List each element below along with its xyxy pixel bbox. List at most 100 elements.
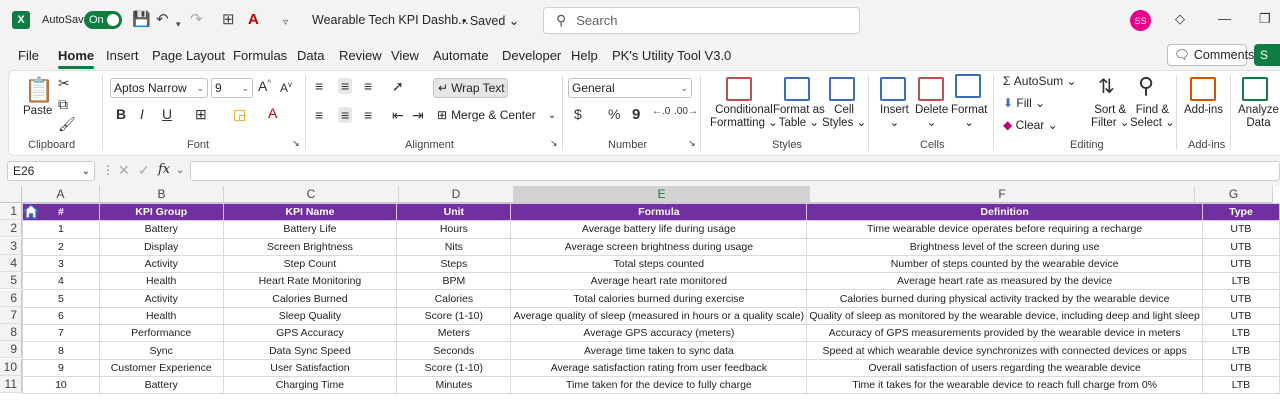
align-left-icon[interactable]: ≡ (315, 107, 323, 123)
menu-page-layout[interactable]: Page Layout (152, 48, 225, 63)
cell-kpi-group[interactable]: Customer Experience (98, 358, 224, 377)
row-header-9[interactable]: 9 (0, 341, 22, 359)
row-header-11[interactable]: 11 (0, 376, 22, 393)
increase-font-icon[interactable]: A^ (258, 78, 271, 94)
cell-unit[interactable]: BPM (396, 272, 512, 291)
cell-formula[interactable]: Average battery life during usage (510, 220, 808, 239)
row-header-4[interactable]: 4 (0, 254, 22, 272)
fill-color-icon[interactable]: ◲ (233, 106, 246, 123)
autosum-button[interactable]: Σ AutoSum ⌄ (1003, 74, 1077, 88)
format-as-table-icon[interactable] (784, 77, 810, 101)
cell-number[interactable]: 7 (22, 324, 100, 343)
row-header-10[interactable]: 10 (0, 358, 22, 376)
cell-formula[interactable]: Total calories burned during exercise (510, 289, 808, 308)
cell-kpi-group[interactable]: Battery (98, 220, 224, 239)
formula-input[interactable] (190, 161, 1280, 181)
align-center-icon[interactable]: ≡ (338, 107, 353, 123)
cell-number[interactable]: 5 (22, 289, 100, 308)
increase-indent-icon[interactable]: ⇥ (412, 107, 424, 124)
sort-filter-button[interactable]: Sort & Filter ⌄ (1091, 104, 1129, 130)
cell-kpi-name[interactable]: Step Count (222, 254, 398, 274)
percent-icon[interactable]: % (608, 106, 620, 122)
decrease-decimal-icon[interactable]: .00→ (674, 106, 698, 117)
cell-number[interactable]: 8 (22, 341, 100, 360)
menu-insert[interactable]: Insert (106, 48, 139, 63)
header-kpi-group[interactable]: KPI Group (98, 202, 224, 222)
merge-center-button[interactable]: ⊞ Merge & Center ⌄ (437, 108, 556, 122)
diamond-icon[interactable]: ◇ (1175, 11, 1185, 27)
document-title[interactable]: Wearable Tech KPI Dashb... (312, 13, 469, 27)
conditional-formatting-icon[interactable] (726, 77, 752, 101)
cell-unit[interactable]: Seconds (396, 341, 512, 360)
save-icon[interactable]: 💾 (132, 12, 151, 28)
paste-label[interactable]: Paste (23, 105, 52, 118)
cell-unit[interactable]: Score (1-10) (396, 358, 512, 377)
borders-icon[interactable]: ⊞ (195, 106, 207, 123)
dialog-launcher-icon[interactable]: ↘ (292, 138, 300, 149)
header-type[interactable]: Type (1201, 202, 1280, 222)
cell-definition[interactable]: Time it takes for the wearable device to… (806, 375, 1203, 395)
bold-icon[interactable]: B (116, 106, 126, 122)
align-top-icon[interactable]: ≡ (315, 78, 323, 94)
insert-cells-button[interactable]: Insert ⌄ (880, 104, 909, 130)
find-select-icon[interactable]: ⚲ (1138, 73, 1154, 99)
add-ins-button[interactable]: Add-ins (1184, 104, 1223, 117)
cell-unit[interactable]: Meters (396, 324, 512, 343)
menu-pk-utility[interactable]: PK's Utility Tool V3.0 (612, 48, 731, 63)
menu-formulas[interactable]: Formulas (233, 48, 287, 63)
cell-formula[interactable]: Time taken for the device to fully charg… (510, 375, 808, 395)
align-bottom-icon[interactable]: ≡ (364, 78, 372, 94)
cell-type[interactable]: UTB (1201, 237, 1280, 256)
menu-home[interactable]: Home (58, 48, 95, 69)
insert-function-icon[interactable]: fx (158, 162, 170, 177)
autosave-toggle[interactable]: On (84, 11, 122, 29)
cell-definition[interactable]: Brightness level of the screen during us… (806, 237, 1203, 256)
decrease-indent-icon[interactable]: ⇤ (392, 107, 404, 124)
menu-automate[interactable]: Automate (433, 48, 489, 63)
menu-review[interactable]: Review (339, 48, 382, 63)
cell-formula[interactable]: Average quality of sleep (measured in ho… (510, 306, 808, 326)
enter-icon[interactable]: ✓ (138, 162, 150, 179)
chevron-down-icon[interactable]: ⌄ (176, 165, 184, 176)
align-middle-icon[interactable]: ≡ (338, 78, 353, 94)
paste-icon[interactable]: 📋 (24, 76, 54, 105)
cell-styles-icon[interactable] (829, 77, 855, 101)
cell-kpi-name[interactable]: Data Sync Speed (222, 341, 398, 360)
delete-cells-icon[interactable] (918, 77, 944, 101)
column-header-f[interactable]: F (810, 186, 1195, 203)
cell-number[interactable]: 4 (22, 272, 100, 291)
number-format-select[interactable]: General ⌄ (568, 78, 692, 98)
cell-unit[interactable]: Nits (396, 237, 512, 256)
menu-help[interactable]: Help (571, 48, 598, 63)
find-select-button[interactable]: Find & Select ⌄ (1130, 104, 1175, 130)
cell-kpi-name[interactable]: Screen Brightness (222, 237, 398, 256)
font-color-icon[interactable]: A (268, 105, 277, 121)
column-header-e[interactable]: E (514, 186, 810, 203)
clear-button[interactable]: ◆ Clear ⌄ (1003, 118, 1058, 132)
row-header-5[interactable]: 5 (0, 272, 22, 290)
cell-type[interactable]: UTB (1201, 306, 1280, 326)
customize-toolbar-icon[interactable]: ▿ (283, 15, 288, 31)
cell-definition[interactable]: Time wearable device operates before req… (806, 220, 1203, 239)
cell-type[interactable]: LTB (1201, 324, 1280, 343)
underline-icon[interactable]: U (162, 106, 172, 122)
cell-kpi-group[interactable]: Battery (98, 375, 224, 395)
cell-kpi-group[interactable]: Health (98, 272, 224, 291)
select-all-corner[interactable] (0, 186, 22, 203)
share-button[interactable]: S (1254, 44, 1280, 66)
cell-unit[interactable]: Score (1-10) (396, 306, 512, 326)
cell-type[interactable]: UTB (1201, 289, 1280, 308)
header-kpi-name[interactable]: KPI Name (222, 202, 398, 222)
column-header-b[interactable]: B (100, 186, 224, 203)
column-header-a[interactable]: A (22, 186, 100, 203)
more-options-icon[interactable]: ⋮ (102, 163, 114, 177)
cell-number[interactable]: 3 (22, 254, 100, 274)
redo-icon[interactable]: ↷ (190, 12, 203, 28)
cell-type[interactable]: UTB (1201, 220, 1280, 239)
row-header-1[interactable]: 1 (0, 203, 22, 220)
copy-icon[interactable]: ⧉ (58, 96, 68, 113)
row-header-8[interactable]: 8 (0, 324, 22, 342)
cancel-icon[interactable]: ✕ (118, 162, 130, 179)
cell-kpi-name[interactable]: Battery Life (222, 220, 398, 239)
cell-kpi-name[interactable]: Calories Burned (222, 289, 398, 308)
